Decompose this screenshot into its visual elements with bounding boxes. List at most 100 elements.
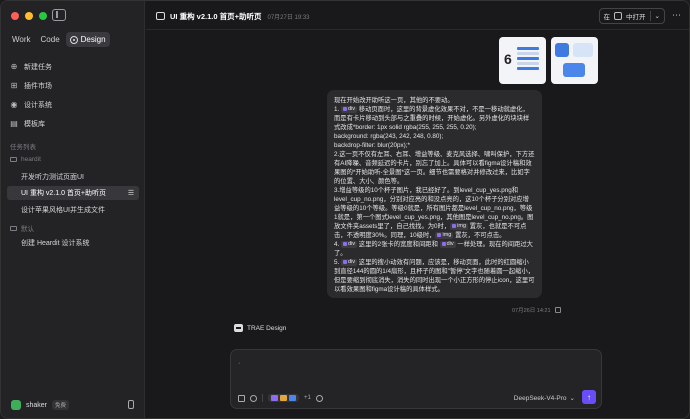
sidebar: Work Code Design ⊕ 新建任务 ⊞ 插件市场 ◉ 设计系统 ▤	[1, 1, 145, 418]
message-line: background: rgba(243, 242, 248, 0.80);	[334, 133, 444, 140]
user-name: shaker	[26, 401, 48, 409]
message-line: 现在开始改开助听这一页，其他的不要动。	[334, 97, 454, 104]
design-icon	[69, 35, 78, 44]
phone-icon[interactable]	[128, 400, 134, 409]
group-name: 默认	[21, 226, 34, 233]
composer-input[interactable]: ·	[238, 360, 240, 367]
message-line: backdrop-filter: blur(20px);*	[334, 142, 410, 149]
plus-circle-icon: ⊕	[10, 62, 18, 71]
window-controls	[11, 12, 47, 20]
user-message-bubble: 现在开始改开助听这一页，其他的不要动。 1. div 移动页面时，这里的背景虚化…	[327, 90, 542, 298]
sidebar-nav: ⊕ 新建任务 ⊞ 插件市场 ◉ 设计系统 ▤ 模板库	[8, 57, 138, 133]
element-reference-chip[interactable]: div	[439, 240, 456, 248]
folder-icon	[10, 157, 17, 162]
element-reference-chip[interactable]: img	[450, 222, 469, 230]
sidebar-toggle-icon[interactable]	[52, 9, 66, 21]
message-meta: 07月26日 14:21	[512, 306, 561, 314]
minimize-window-button[interactable]	[25, 12, 33, 20]
template-icon: ▤	[10, 119, 18, 128]
arrow-up-icon: ↑	[587, 392, 591, 402]
element-reference-chip[interactable]: div	[341, 105, 358, 113]
message-line: 5. div 这里的搜小动效有问题，应该是，移动页面，此时的红圆缩小到直径144…	[334, 258, 535, 293]
app-window: Work Code Design ⊕ 新建任务 ⊞ 插件市场 ◉ 设计系统 ▤	[0, 0, 690, 419]
message-composer[interactable]: · +1 DeepSeek-V4-Pro ⌄ ↑	[230, 349, 602, 409]
page-title: UI 重构 v2.1.0 首页+助听页	[170, 11, 262, 21]
send-button[interactable]: ↑	[582, 390, 596, 404]
message-line: 2.这一页不仅有左耳、右耳、增益等级、麦克风选择、啸叫保护，下方还有AI降噪、音…	[334, 151, 535, 185]
chevron-down-icon[interactable]: ⌄	[655, 12, 660, 20]
element-reference-chip[interactable]: img	[435, 231, 454, 239]
model-label: DeepSeek-V4-Pro	[513, 394, 567, 402]
divider	[262, 394, 263, 402]
nav-templates[interactable]: ▤ 模板库	[8, 114, 138, 133]
segment-code[interactable]: Code	[37, 32, 64, 47]
image-icon	[289, 395, 296, 401]
nav-label: 设计系统	[24, 101, 52, 109]
message-line: 3.增益等级的10个杯子图片，我已经好了。到level_cup_yes.png和…	[334, 187, 534, 239]
group-heardit[interactable]: heardit	[10, 156, 41, 163]
composer-toolbar: +1	[238, 394, 323, 402]
task-item[interactable]: 创建 Heardit 设计系统	[7, 236, 139, 250]
image-icon	[271, 395, 278, 401]
attached-image-thumbnail[interactable]	[551, 37, 598, 84]
chevron-down-icon: ⌄	[569, 395, 575, 402]
chat-icon	[156, 12, 165, 20]
model-selector[interactable]: DeepSeek-V4-Pro ⌄	[513, 394, 575, 403]
element-reference-chip[interactable]: div	[341, 258, 358, 266]
trae-logo-icon	[234, 324, 243, 332]
open-in-button[interactable]: 在 中打开 ⌄	[598, 8, 665, 24]
task-item[interactable]: 开发听力测试页面UI	[7, 170, 139, 184]
message-timestamp: 07月26日 14:21	[512, 308, 551, 314]
message-line: 4. div 这里的2张卡的宽度和间距和 div 一样处理。现在的间距过大了。	[334, 240, 533, 257]
segment-design-label: Design	[80, 35, 106, 44]
assistant-name: TRAE Design	[247, 324, 287, 332]
nav-new-task[interactable]: ⊕ 新建任务	[8, 57, 138, 76]
nav-label: 模板库	[24, 120, 45, 128]
add-context-icon[interactable]	[238, 394, 245, 402]
avatar	[11, 400, 21, 410]
task-label: UI 重构 v2.1.0 首页+助听页	[21, 190, 106, 197]
attach-count: +1	[304, 395, 311, 401]
task-item[interactable]: 设计苹果风格UI并生成文件	[7, 203, 139, 217]
nav-label: 新建任务	[24, 63, 52, 71]
open-prefix: 在	[603, 14, 611, 21]
group-name: heardit	[21, 156, 41, 163]
assistant-header: TRAE Design	[234, 324, 286, 332]
header-date: 07月27日 19:33	[267, 14, 310, 21]
attached-images: 6	[499, 37, 598, 84]
group-default[interactable]: 默认	[10, 223, 34, 233]
attachment-chip[interactable]	[268, 394, 299, 402]
divider	[146, 29, 689, 30]
message-line: 1. div 移动页面时，这里的背景虚化效果不对，不是一移动就虚化，而是有卡片移…	[334, 105, 530, 131]
plan-badge: 免费	[52, 400, 70, 410]
task-item-active[interactable]: UI 重构 v2.1.0 首页+助听页 ☰	[7, 186, 139, 200]
main-panel: UI 重构 v2.1.0 首页+助听页 07月27日 19:33 在 中打开 ⌄…	[146, 1, 689, 418]
header: UI 重构 v2.1.0 首页+助听页 07月27日 19:33 在 中打开 ⌄…	[156, 7, 683, 25]
segment-work[interactable]: Work	[8, 32, 35, 47]
segment-design[interactable]: Design	[65, 32, 110, 47]
attached-image-thumbnail[interactable]: 6	[499, 37, 546, 84]
element-reference-chip[interactable]: div	[341, 240, 358, 248]
grid-icon: ⊞	[10, 81, 18, 90]
palette-icon: ◉	[10, 100, 18, 109]
nav-label: 插件市场	[24, 82, 52, 90]
thumbnail-bars	[517, 47, 539, 77]
task-label: 设计苹果风格UI并生成文件	[21, 207, 105, 214]
task-label: 创建 Heardit 设计系统	[21, 240, 90, 247]
globe-icon[interactable]	[315, 394, 323, 402]
copy-icon[interactable]	[554, 307, 561, 313]
attach-icon[interactable]	[250, 394, 257, 402]
nav-design-system[interactable]: ◉ 设计系统	[8, 95, 138, 114]
task-label: 开发听力测试页面UI	[21, 174, 84, 181]
list-icon[interactable]: ☰	[126, 188, 136, 198]
close-window-button[interactable]	[11, 12, 19, 20]
more-icon[interactable]: ⋯	[672, 10, 681, 21]
divider	[649, 11, 651, 21]
image-icon	[280, 395, 287, 401]
mode-switcher: Work Code Design	[8, 32, 110, 47]
maximize-window-button[interactable]	[39, 12, 47, 20]
thumbnail-number: 6	[504, 51, 512, 67]
user-profile[interactable]: shaker 免费	[11, 400, 70, 410]
nav-plugin-market[interactable]: ⊞ 插件市场	[8, 76, 138, 95]
app-icon	[614, 12, 623, 20]
